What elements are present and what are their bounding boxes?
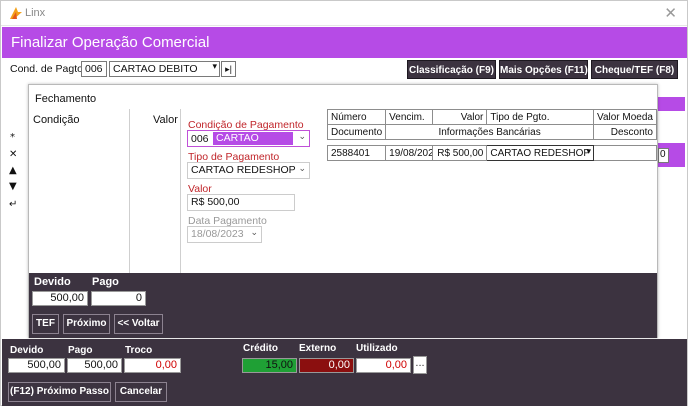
data-select: 18/08/2023 ⌄ bbox=[187, 226, 262, 243]
background-value: 0 bbox=[658, 148, 669, 163]
chevron-down-icon: ▾ bbox=[212, 62, 217, 72]
condicao-code: 006 bbox=[191, 133, 209, 145]
tipo-select[interactable]: CARTAO REDESHOP ⌄ bbox=[187, 162, 310, 179]
externo-value: 0,00 bbox=[299, 358, 354, 373]
fechamento-dialog: Fechamento Condição Valor Condição de Pa… bbox=[28, 84, 658, 338]
close-icon[interactable]: ✕ bbox=[664, 4, 677, 22]
chevron-down-icon: ⌄ bbox=[250, 228, 258, 238]
valor-value: R$ 500,00 bbox=[191, 196, 240, 208]
grid-divider bbox=[129, 109, 130, 273]
linx-logo-icon bbox=[10, 7, 22, 19]
cell-vencim[interactable]: 19/08/2023 bbox=[385, 145, 434, 161]
utilizado-ellipsis-button[interactable]: ... bbox=[413, 356, 427, 374]
main-window: Linx ✕ Finalizar Operação Comercial Cond… bbox=[0, 0, 688, 406]
table-row[interactable]: 2588401 19/08/2023 R$ 500,00 CARTAO REDE… bbox=[326, 145, 657, 161]
cond-select[interactable]: CARTAO DEBITO ▾ bbox=[109, 61, 220, 77]
asterisk-icon[interactable]: * bbox=[10, 132, 15, 143]
classificacao-button[interactable]: Classificação (F9) bbox=[407, 60, 496, 79]
enter-icon[interactable]: ↵ bbox=[9, 199, 17, 210]
grid-header-condicao: Condição bbox=[33, 114, 80, 126]
dialog-devido-label: Devido bbox=[34, 276, 71, 288]
credito-label: Crédito bbox=[243, 343, 278, 354]
condicao-value: CARTAO DEBITO bbox=[213, 132, 293, 157]
externo-label: Externo bbox=[299, 343, 337, 354]
pago-label: Pago bbox=[68, 345, 93, 356]
dialog-title: Fechamento bbox=[35, 93, 97, 105]
table-header-row: Documento Informações Bancárias Desconto bbox=[326, 124, 657, 140]
cell-valor-moeda[interactable] bbox=[593, 145, 657, 161]
cond-pagto-label: Cond. de Pagto bbox=[10, 63, 83, 75]
background-header-bar bbox=[658, 97, 685, 111]
cancelar-button[interactable]: Cancelar bbox=[115, 382, 167, 402]
cond-select-value: CARTAO DEBITO bbox=[113, 63, 198, 75]
cond-code-input[interactable]: 006 bbox=[81, 61, 107, 77]
utilizado-value[interactable]: 0,00 bbox=[356, 358, 411, 373]
proximo-button[interactable]: Próximo bbox=[63, 314, 110, 334]
cheque-tef-button[interactable]: Cheque/TEF (F8) bbox=[591, 60, 678, 79]
troco-value: 0,00 bbox=[124, 358, 181, 373]
cell-tipo[interactable]: CARTAO REDESHOP ▾ bbox=[486, 145, 595, 161]
title-bar: Linx ✕ bbox=[1, 1, 687, 26]
col-documento: Documento bbox=[326, 124, 387, 140]
col-valor-moeda: Valor Moeda bbox=[593, 109, 657, 125]
cell-tipo-value: CARTAO REDESHOP bbox=[490, 147, 591, 159]
window-title: Linx bbox=[25, 7, 46, 19]
pago-value: 500,00 bbox=[67, 358, 122, 373]
chevron-down-icon[interactable]: ▾ bbox=[587, 147, 592, 157]
grid-divider bbox=[180, 109, 181, 273]
dialog-devido-value: 500,00 bbox=[32, 291, 88, 306]
mais-opcoes-button[interactable]: Mais Opções (F11) bbox=[499, 60, 588, 79]
dialog-pago-label: Pago bbox=[92, 276, 119, 288]
page-title: Finalizar Operação Comercial bbox=[11, 34, 210, 51]
tef-button[interactable]: TEF bbox=[32, 314, 59, 334]
up-icon[interactable]: ▲ bbox=[9, 165, 17, 176]
voltar-button[interactable]: << Voltar bbox=[114, 314, 163, 334]
valor-input[interactable]: R$ 500,00 bbox=[187, 194, 295, 211]
col-info-bancarias: Informações Bancárias bbox=[385, 124, 595, 140]
table-header-row: Número Vencim. Valor Tipo de Pgto. Valor… bbox=[326, 109, 657, 125]
troco-label: Troco bbox=[125, 345, 153, 356]
proximo-passo-button[interactable]: (F12) Próximo Passo bbox=[8, 382, 111, 402]
condicao-select[interactable]: 006 CARTAO DEBITO ⌄ bbox=[187, 130, 310, 157]
devido-value: 500,00 bbox=[8, 358, 65, 373]
credito-value: 15,00 bbox=[242, 358, 297, 373]
chevron-down-icon: ⌄ bbox=[298, 164, 306, 174]
down-icon[interactable]: ▼ bbox=[9, 181, 17, 192]
cell-valor[interactable]: R$ 500,00 bbox=[432, 145, 488, 161]
grid-header-valor: Valor bbox=[153, 114, 178, 126]
col-vencim: Vencim. bbox=[385, 109, 434, 125]
data-value: 18/08/2023 bbox=[191, 228, 244, 240]
dialog-pago-value[interactable]: 0 bbox=[91, 291, 146, 306]
parcelas-table: Número Vencim. Valor Tipo de Pgto. Valor… bbox=[326, 109, 657, 161]
page-header: Finalizar Operação Comercial bbox=[2, 27, 687, 58]
col-valor: Valor bbox=[432, 109, 488, 125]
payment-condition-strip: Cond. de Pagto 006 CARTAO DEBITO ▾ ▸| Cl… bbox=[2, 58, 687, 80]
col-desconto: Desconto bbox=[593, 124, 657, 140]
col-numero: Número bbox=[326, 109, 387, 125]
delete-icon[interactable]: ✕ bbox=[9, 149, 17, 160]
devido-label: Devido bbox=[10, 345, 44, 356]
utilizado-label: Utilizado bbox=[356, 343, 398, 354]
col-tipo: Tipo de Pgto. bbox=[486, 109, 595, 125]
dialog-footer: Devido Pago 500,00 0 TEF Próximo << Volt… bbox=[29, 273, 657, 338]
totals-panel: Devido Pago Troco Crédito Externo Utiliz… bbox=[2, 339, 687, 406]
chevron-down-icon: ⌄ bbox=[298, 132, 306, 142]
forward-icon[interactable]: ▸| bbox=[221, 61, 236, 77]
cell-numero[interactable]: 2588401 bbox=[326, 145, 387, 161]
tipo-value: CARTAO REDESHOP bbox=[191, 164, 296, 176]
